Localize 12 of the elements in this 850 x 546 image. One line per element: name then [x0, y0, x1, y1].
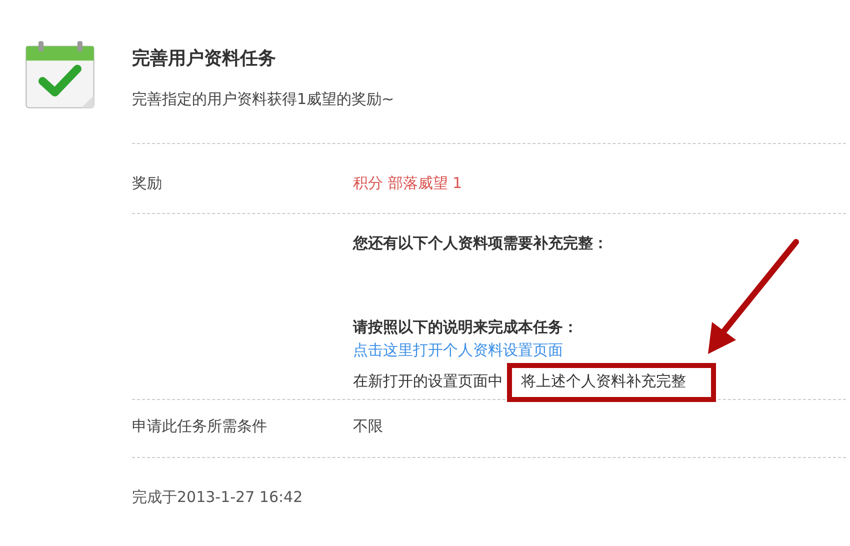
- missing-heading: 您还有以下个人资料项需要补充完整：: [353, 234, 609, 253]
- settings-link[interactable]: 点击这里打开个人资料设置页面: [353, 341, 686, 360]
- task-title: 完善用户资料任务: [132, 47, 277, 70]
- reward-value: 积分 部落威望 1: [353, 174, 462, 193]
- row-label: 申请此任务所需条件: [132, 417, 267, 435]
- row-value: 不限: [353, 417, 383, 436]
- completed-time: 完成于2013-1-27 16:42: [132, 488, 304, 507]
- step-text: 在新打开的设置页面中: [353, 372, 503, 390]
- task-description: 完善指定的用户资料获得1威望的奖励~: [132, 90, 394, 109]
- steps-heading: 请按照以下的说明来完成本任务：: [353, 318, 579, 337]
- highlighted-text: 将上述个人资料补充完整: [521, 372, 686, 390]
- row-label: 奖励: [132, 174, 162, 192]
